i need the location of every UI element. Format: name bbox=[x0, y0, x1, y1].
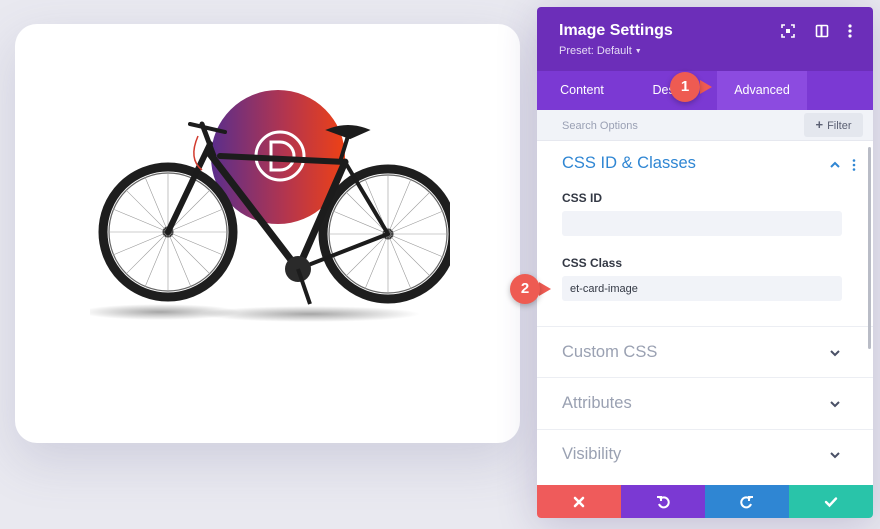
cancel-button[interactable] bbox=[537, 485, 621, 518]
image-module-preview[interactable] bbox=[15, 24, 520, 443]
section-title-custom-css[interactable]: Custom CSS bbox=[562, 343, 657, 362]
divider bbox=[537, 429, 873, 430]
panel-title: Image Settings bbox=[559, 22, 673, 39]
chevron-down-icon[interactable] bbox=[829, 399, 841, 409]
callout-arrow bbox=[700, 80, 712, 94]
section-title-css-id-classes[interactable]: CSS ID & Classes bbox=[562, 154, 696, 173]
bicycle-image bbox=[90, 84, 450, 344]
callout-arrow bbox=[539, 282, 551, 296]
check-icon bbox=[824, 496, 838, 507]
filter-label: Filter bbox=[827, 120, 852, 132]
tab-content[interactable]: Content bbox=[537, 71, 627, 110]
css-class-field[interactable] bbox=[562, 276, 842, 301]
section-options-icon[interactable] bbox=[852, 158, 856, 171]
panel-header: Image Settings Preset: Default ▼ bbox=[537, 7, 873, 71]
chevron-down-icon[interactable] bbox=[829, 450, 841, 460]
preset-label: Preset: Default bbox=[559, 45, 632, 57]
section-title-attributes[interactable]: Attributes bbox=[562, 394, 632, 413]
filter-button[interactable]: + Filter bbox=[804, 113, 863, 137]
tab-advanced[interactable]: Advanced bbox=[717, 71, 807, 110]
undo-icon bbox=[657, 495, 670, 508]
divider bbox=[537, 326, 873, 327]
css-id-label: CSS ID bbox=[562, 191, 603, 205]
undo-button[interactable] bbox=[621, 485, 705, 518]
chevron-down-icon[interactable] bbox=[829, 348, 841, 358]
panel-footer bbox=[537, 485, 873, 518]
panel-scrollbar[interactable] bbox=[868, 147, 871, 349]
preset-dropdown[interactable]: Preset: Default ▼ bbox=[559, 45, 642, 57]
section-title-visibility[interactable]: Visibility bbox=[562, 445, 621, 464]
expand-icon[interactable] bbox=[780, 23, 796, 39]
callout-badge-1: 1 bbox=[670, 72, 700, 102]
css-id-field[interactable] bbox=[562, 211, 842, 236]
css-class-label: CSS Class bbox=[562, 256, 623, 270]
split-view-icon[interactable] bbox=[814, 23, 830, 39]
divider bbox=[537, 377, 873, 378]
callout-badge-2: 2 bbox=[510, 274, 540, 304]
redo-icon bbox=[740, 495, 753, 508]
chevron-up-icon[interactable] bbox=[829, 160, 841, 170]
redo-button[interactable] bbox=[705, 485, 789, 518]
close-icon bbox=[573, 496, 585, 507]
plus-icon: + bbox=[815, 117, 824, 132]
search-options-input[interactable] bbox=[551, 110, 781, 141]
search-bar: +Filter bbox=[537, 110, 873, 141]
save-button[interactable] bbox=[789, 485, 873, 518]
caret-down-icon: ▼ bbox=[634, 48, 642, 55]
more-options-icon[interactable] bbox=[842, 23, 858, 39]
